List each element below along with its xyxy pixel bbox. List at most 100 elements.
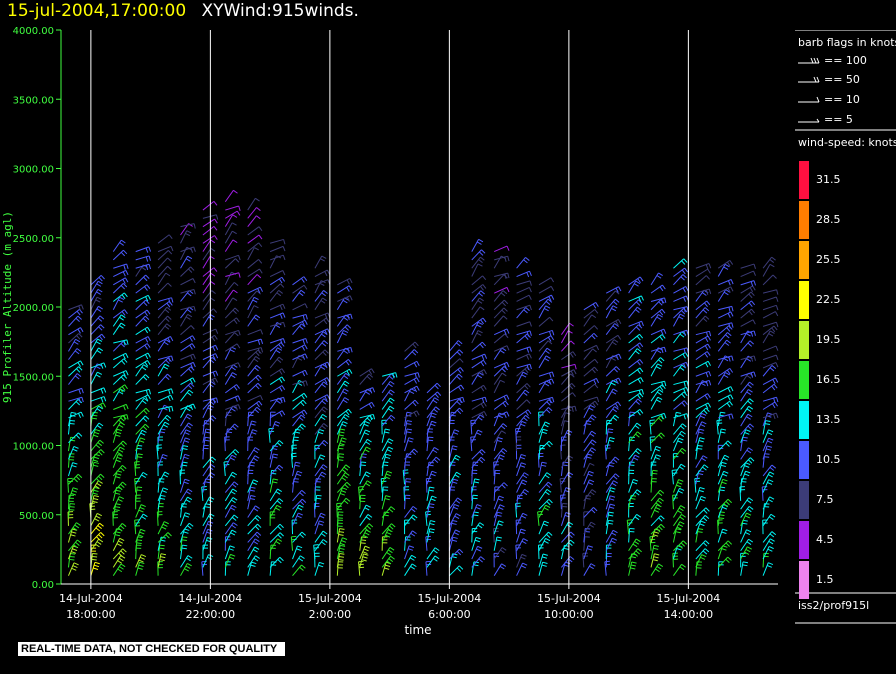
wind-barb-flag [277, 534, 282, 539]
wind-barb-flag [478, 292, 484, 297]
wind-barb-flag [478, 558, 483, 563]
wind-barb [112, 239, 122, 252]
wind-barb-flag [524, 368, 529, 374]
wind-barb-flag [610, 487, 616, 490]
wind-barb-flag [589, 524, 595, 528]
wind-barb-flag [182, 461, 188, 464]
wind-barb-flag [136, 489, 142, 491]
wind-barb-flag [661, 347, 664, 354]
wind-barb-flag [189, 336, 193, 342]
wind-barb-flag [299, 500, 305, 506]
wind-barb-flag [119, 537, 125, 542]
wind-barb-flag [103, 396, 107, 402]
wind-barb-flag [656, 275, 662, 279]
wind-barb-flag [767, 499, 773, 503]
wind-barb-flag [364, 474, 370, 478]
wind-barb-flag [118, 557, 124, 562]
wind-barb-flag [729, 260, 734, 265]
wind-barb-flag [211, 336, 216, 342]
wind-barb-flag [361, 559, 367, 562]
wind-barb-flag [208, 474, 214, 479]
wind-barb-flag [681, 260, 686, 265]
wind-barb-flag [412, 401, 417, 407]
wind-barb [694, 478, 697, 493]
wind-barb-flag [434, 547, 440, 552]
wind-barb-flag [192, 403, 196, 409]
wind-barb-flag [703, 542, 708, 547]
wind-barb-flag [546, 442, 551, 448]
wind-barb [650, 272, 659, 286]
wind-barb-flag [525, 256, 530, 261]
wind-barb-flag [302, 381, 305, 387]
wind-barb-flag [547, 481, 553, 486]
wind-barb-flag [183, 456, 189, 460]
wind-barb-flag [659, 489, 665, 494]
wind-barb-flag [253, 305, 259, 309]
wind-barb [135, 284, 148, 294]
wind-barb-flag [753, 263, 756, 269]
wind-barb-flag [769, 259, 775, 263]
wind-barb-flag [679, 516, 685, 521]
wind-barb-flag [704, 315, 710, 320]
wind-barb-flag [658, 272, 663, 277]
wind-barb-flag [234, 396, 238, 402]
wind-barb [673, 258, 685, 269]
wind-barb-flag [160, 556, 166, 559]
wind-barb-flag [437, 391, 442, 396]
wind-barb-flag [95, 527, 101, 532]
wind-barb [516, 495, 519, 510]
wind-barb-flag [254, 517, 260, 522]
wind-barb-flag [298, 417, 304, 421]
wind-barb-flag [587, 453, 593, 456]
wind-barb-flag [120, 483, 125, 488]
wind-barb-flag [167, 373, 172, 378]
wind-barb-flag [138, 509, 144, 513]
wind-barb-flag [656, 399, 661, 403]
wind-barb-flag [451, 522, 457, 525]
wind-barb-flag [236, 343, 241, 349]
wind-barb-flag [187, 313, 193, 318]
wind-barb-flag [707, 393, 711, 399]
wind-barb-flag [455, 513, 461, 517]
wind-barb-flag [773, 325, 778, 331]
wind-barb-flag [232, 230, 237, 235]
wind-barb-flag [278, 378, 283, 383]
wind-barb-flag [188, 368, 193, 373]
wind-barb-flag [570, 340, 575, 345]
wind-barb-flag [501, 547, 507, 551]
wind-barb [740, 270, 754, 277]
wind-barb-flag [210, 248, 216, 252]
wind-barb-flag [122, 283, 128, 288]
wind-barb-flag [316, 494, 322, 497]
wind-barb-flag [296, 548, 302, 551]
wind-barb-flag [768, 479, 774, 483]
wind-barb-flag [235, 258, 240, 263]
wind-barb-flag [100, 397, 104, 403]
wind-barb-flag [99, 522, 104, 527]
x-tick-date: 14-Jul-2004 [178, 592, 242, 605]
wind-barb-flag [95, 374, 101, 378]
speed-swatch [799, 561, 809, 599]
wind-barb-flag [124, 277, 129, 283]
wind-barb-flag [185, 437, 191, 441]
legend-barb-flag [810, 57, 814, 64]
wind-barb-flag [456, 471, 462, 476]
wind-barb-flag [506, 394, 510, 400]
wind-barb [493, 315, 504, 327]
source-label: iss2/prof915l [798, 599, 870, 612]
wind-barb-flag [165, 534, 170, 539]
wind-barb-flag [73, 445, 79, 449]
wind-barb-flag [365, 391, 371, 395]
wind-barb-flag [121, 522, 127, 527]
wind-barb-flag [320, 474, 325, 478]
wind-barb-flag [456, 375, 461, 380]
wind-barb-flag [139, 506, 145, 510]
wind-barb-flag [119, 525, 125, 530]
wind-barb [314, 317, 327, 327]
wind-barb-flag [771, 403, 776, 409]
wind-barb-flag [232, 471, 238, 476]
wind-barb-flag [145, 274, 150, 279]
wind-barb-flag [321, 466, 326, 471]
wind-barb-flag [254, 367, 259, 372]
wind-barb-flag [635, 309, 640, 313]
